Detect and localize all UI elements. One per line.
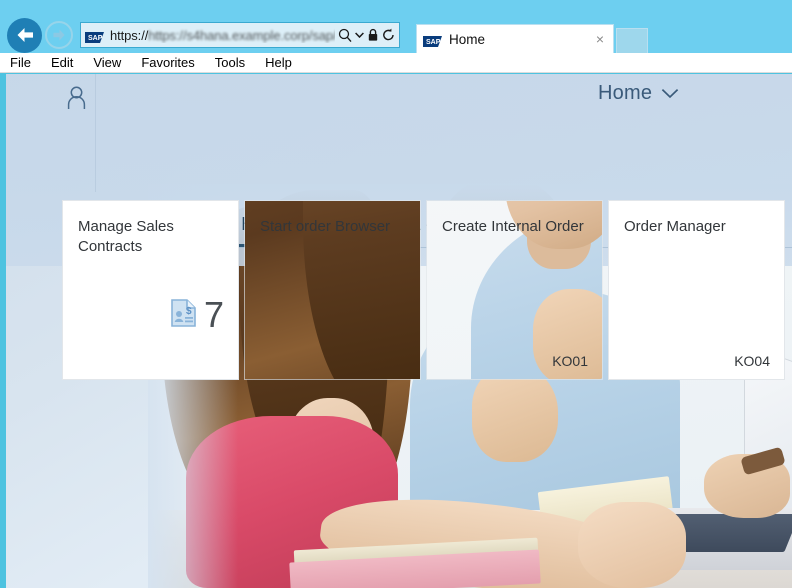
menu-item-file[interactable]: File (10, 55, 31, 70)
search-icon[interactable] (338, 28, 352, 43)
launchpad-viewport: Home My Home Master Data - Customer Mast… (0, 74, 792, 588)
browser-forward-button[interactable] (45, 21, 73, 49)
address-bar[interactable]: SAP https://https://s4hana.example.corp/… (80, 22, 400, 48)
close-icon[interactable]: × (593, 32, 607, 46)
back-arrow-icon (17, 28, 33, 42)
tile-start-order-browser[interactable]: Start order Browser (244, 200, 421, 380)
tile-subtitle: KO04 (734, 353, 770, 369)
browser-chrome: SAP https://https://s4hana.example.corp/… (0, 0, 792, 53)
menu-item-help[interactable]: Help (265, 55, 292, 70)
home-menu-label: Home (598, 82, 653, 104)
tile-subtitle: KO01 (552, 353, 588, 369)
tile-order-manager[interactable]: Order Manager KO04 (608, 200, 785, 380)
menu-item-tools[interactable]: Tools (215, 55, 245, 70)
tile-title: Order Manager (624, 218, 726, 235)
svg-text:$: $ (186, 306, 192, 317)
browser-navigation-row: SAP https://https://s4hana.example.corp/… (0, 17, 792, 53)
lock-icon[interactable] (367, 28, 379, 42)
screen-root: SAP https://https://s4hana.example.corp/… (0, 0, 792, 588)
left-rail-divider (95, 74, 96, 192)
svg-text:SAP: SAP (88, 35, 103, 42)
sap-logo-icon: SAP (85, 30, 104, 43)
address-bar-url: https://https://s4hana.example.corp/sap/… (110, 28, 335, 43)
menu-item-favorites[interactable]: Favorites (141, 55, 194, 70)
tile-group: Manage Sales Contracts $ 7 Start order B… (62, 200, 792, 380)
sap-logo-icon: SAP (423, 34, 442, 47)
user-icon[interactable] (62, 84, 90, 112)
home-menu-button[interactable]: Home (598, 82, 679, 105)
tile-kpi: $ 7 (171, 297, 224, 333)
tile-manage-sales-contracts[interactable]: Manage Sales Contracts $ 7 (62, 200, 239, 380)
shell-bar: Home (0, 74, 792, 122)
browser-tab-title: Home (449, 31, 486, 47)
browser-tab-strip: SAP Home × (416, 24, 648, 53)
browser-back-button[interactable] (7, 17, 42, 53)
refresh-icon[interactable] (382, 28, 395, 42)
browser-window-left-edge (0, 74, 6, 588)
chevron-down-icon[interactable] (355, 32, 364, 38)
menu-item-edit[interactable]: Edit (51, 55, 73, 70)
chevron-down-icon (661, 88, 679, 99)
tile-title: Manage Sales Contracts (78, 218, 174, 255)
menu-item-view[interactable]: View (93, 55, 121, 70)
new-tab-button[interactable] (616, 28, 648, 53)
sales-contract-icon: $ (171, 298, 196, 332)
address-bar-url-blurred: https://s4hana.example.corp/sap/bc/ui2/f… (148, 27, 335, 43)
tile-title: Create Internal Order (442, 218, 584, 235)
svg-text:SAP: SAP (426, 39, 441, 46)
browser-tab-home[interactable]: SAP Home × (416, 24, 614, 53)
forward-arrow-icon (53, 29, 65, 41)
tile-create-internal-order[interactable]: Create Internal Order KO01 (426, 200, 603, 380)
browser-menu-bar: File Edit View Favorites Tools Help (0, 53, 792, 73)
tile-kpi-value: 7 (203, 294, 224, 335)
tile-title: Start order Browser (260, 218, 391, 235)
